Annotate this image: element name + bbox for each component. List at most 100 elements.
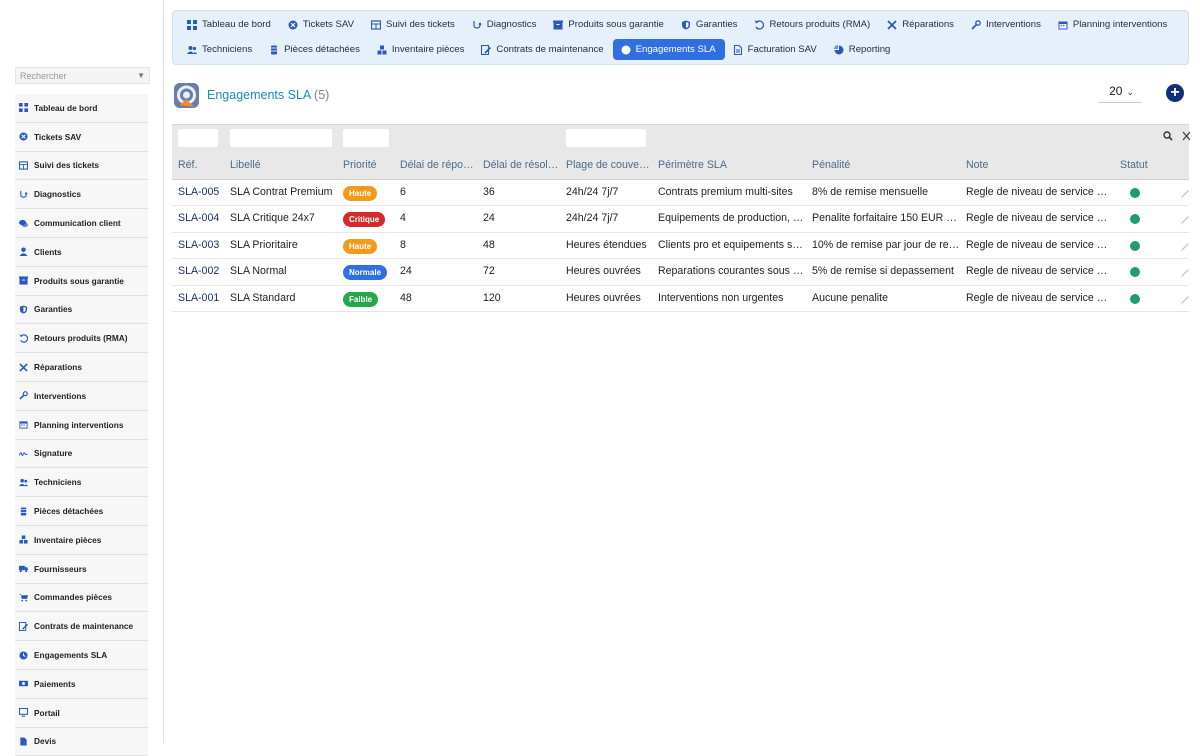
tab-reporting[interactable]: Reporting — [826, 39, 900, 60]
nav-row-2: Techniciens Pièces détachées Inventaire pi… — [179, 39, 899, 60]
page-size-select[interactable]: 20 ⌄ — [1098, 84, 1142, 103]
edit-pencil-icon[interactable] — [1180, 187, 1189, 199]
filter-label-input[interactable] — [230, 129, 332, 147]
sidebar-item-label: Réparations — [34, 362, 82, 373]
sidebar-search-input[interactable]: Rechercher ▼ — [15, 67, 150, 84]
priority-badge: Haute — [343, 238, 378, 254]
sidebar-item-garanties[interactable]: Garanties — [15, 295, 148, 325]
sidebar-item-label: Garanties — [34, 304, 73, 315]
cell-note: Regle de niveau de service SAV — [966, 238, 1111, 251]
tab-garanties[interactable]: Garanties — [673, 14, 747, 35]
sidebar-item-retours-produits-rma[interactable]: Retours produits (RMA) — [15, 324, 148, 354]
tab-label: Engagements SLA — [635, 44, 716, 55]
cell-coverage: 24h/24 7j/7 — [566, 212, 619, 225]
cell-coverage: 24h/24 7j/7 — [566, 186, 619, 198]
page-size-value: 20 — [1109, 84, 1123, 98]
tab-label: Contrats de maintenance — [496, 44, 604, 55]
sidebar-item-portail[interactable]: Portail — [15, 698, 148, 728]
tab-diagnostics[interactable]: Diagnostics — [464, 14, 546, 35]
sidebar-item-devis[interactable]: Devis — [15, 727, 148, 756]
sidebar-item-label: Pièces détachées — [34, 506, 104, 517]
sidebar-item-produits-sous-garantie[interactable]: Produits sous garantie — [15, 266, 148, 296]
column-header-response-delay[interactable]: Délai de réponse — [400, 159, 477, 171]
parts-icon — [269, 45, 279, 55]
clear-filter-icon[interactable] — [1182, 131, 1190, 141]
sidebar-item-tableau-de-bord[interactable]: Tableau de bord — [15, 94, 148, 123]
column-header-scope[interactable]: Périmètre SLA — [658, 159, 806, 171]
tab-planning-interventions[interactable]: Planning interventions — [1050, 14, 1176, 35]
table-row[interactable]: SLA-001 SLA Standard Faible 48 120 Heures ouv… — [172, 285, 1189, 312]
stethoscope-icon — [472, 20, 482, 30]
sidebar-item-fournisseurs[interactable]: Fournisseurs — [15, 554, 148, 584]
sidebar-item-paiements[interactable]: Paiements — [15, 669, 148, 699]
column-header-coverage[interactable]: Plage de couverture — [566, 159, 652, 171]
cell-ref[interactable]: SLA-002 — [178, 265, 228, 277]
cell-response: 4 — [400, 212, 406, 225]
edit-pencil-icon[interactable] — [1180, 240, 1189, 252]
column-header-resolution-delay[interactable]: Délai de résolution — [483, 159, 560, 171]
table-row[interactable]: SLA-002 SLA Normal Normale 24 72 Heures ouvré… — [172, 259, 1189, 286]
sidebar-item-commandes-pi-ces[interactable]: Commandes pièces — [15, 583, 148, 613]
column-header-note[interactable]: Note — [966, 159, 1111, 171]
cell-ref[interactable]: SLA-001 — [178, 292, 228, 304]
sidebar-item-contrats-de-maintenance[interactable]: Contrats de maintenance — [15, 612, 148, 642]
table-icon — [19, 161, 28, 170]
sidebar-item-interventions[interactable]: Interventions — [15, 381, 148, 411]
column-header-label[interactable]: Libellé — [230, 159, 340, 171]
table-row[interactable]: SLA-005 SLA Contrat Premium Haute 6 36 24h/24… — [172, 180, 1189, 207]
sidebar-item-clients[interactable]: Clients — [15, 237, 148, 267]
cell-ref[interactable]: SLA-004 — [178, 212, 228, 224]
monitor-icon — [19, 708, 28, 717]
tab-produits-sous-garantie[interactable]: Produits sous garantie — [545, 14, 672, 35]
add-record-button[interactable]: + — [1166, 84, 1184, 102]
sidebar-item-planning-interventions[interactable]: Planning interventions — [15, 410, 148, 440]
parts-icon — [19, 506, 28, 516]
filter-coverage-input[interactable] — [566, 129, 646, 147]
tab-interventions[interactable]: Interventions — [963, 14, 1050, 35]
sidebar-item-signature[interactable]: Signature — [15, 439, 148, 469]
filter-priority-input[interactable] — [343, 129, 389, 147]
sidebar-item-inventaire-pi-ces[interactable]: Inventaire pièces — [15, 525, 148, 555]
column-header-ref[interactable]: Réf. — [178, 159, 228, 171]
search-icon[interactable] — [1163, 131, 1173, 141]
sidebar-menu: Tableau de bord Tickets SAV Suivi des tick… — [15, 94, 148, 756]
sidebar-item-tickets-sav[interactable]: Tickets SAV — [15, 122, 148, 152]
tab-label: Diagnostics — [486, 19, 537, 30]
chevron-down-icon[interactable]: ▼ — [137, 71, 145, 80]
tab-tableau-de-bord[interactable]: Tableau de bord — [179, 14, 280, 35]
sidebar-item-label: Commandes pièces — [34, 592, 112, 603]
top-navigation: Tableau de bord Tickets SAV Suivi des tick… — [172, 10, 1189, 65]
table-row[interactable]: SLA-004 SLA Critique 24x7 Critique 4 24 24h/2… — [172, 206, 1189, 233]
tab-inventaire-pi-ces[interactable]: Inventaire pièces — [369, 39, 474, 60]
tab-techniciens[interactable]: Techniciens — [179, 39, 261, 60]
chevron-down-icon: ⌄ — [1126, 87, 1134, 97]
tab-r-parations[interactable]: Réparations — [879, 14, 963, 35]
sidebar-item-pi-ces-d-tach-es[interactable]: Pièces détachées — [15, 497, 148, 526]
cell-ref[interactable]: SLA-003 — [178, 239, 228, 251]
filter-ref-input[interactable] — [178, 129, 218, 147]
edit-pencil-icon[interactable] — [1180, 213, 1189, 226]
edit-pencil-icon[interactable] — [1180, 293, 1189, 305]
sidebar-item-r-parations[interactable]: Réparations — [15, 353, 148, 382]
sidebar-item-label: Signature — [34, 448, 73, 459]
sidebar-item-suivi-des-tickets[interactable]: Suivi des tickets — [15, 151, 148, 181]
tab-contrats-de-maintenance[interactable]: Contrats de maintenance — [473, 39, 612, 60]
cell-ref[interactable]: SLA-005 — [178, 186, 228, 198]
tab-retours-produits-rma[interactable]: Retours produits (RMA) — [746, 14, 879, 35]
tab-pi-ces-d-tach-es[interactable]: Pièces détachées — [261, 39, 369, 60]
tab-suivi-des-tickets[interactable]: Suivi des tickets — [363, 14, 464, 35]
module-logo — [174, 83, 199, 108]
table-row[interactable]: SLA-003 SLA Prioritaire Haute 8 48 Heures éte… — [172, 232, 1189, 260]
tab-facturation-sav[interactable]: Facturation SAV — [725, 39, 826, 60]
tab-engagements-sla[interactable]: Engagements SLA — [612, 39, 725, 60]
tab-tickets-sav[interactable]: Tickets SAV — [280, 14, 363, 35]
sidebar-item-communication-client[interactable]: Communication client — [15, 209, 148, 238]
column-header-status[interactable]: Statut — [1120, 159, 1160, 171]
sidebar-item-engagements-sla[interactable]: Engagements SLA — [15, 641, 148, 670]
column-header-priority[interactable]: Priorité — [343, 159, 395, 171]
edit-pencil-icon[interactable] — [1180, 266, 1189, 279]
cell-scope: Contrats premium multi-sites — [658, 186, 793, 198]
sidebar-item-techniciens[interactable]: Techniciens — [15, 468, 148, 498]
sidebar-item-diagnostics[interactable]: Diagnostics — [15, 180, 148, 210]
column-header-penalty[interactable]: Pénalité — [812, 159, 960, 171]
